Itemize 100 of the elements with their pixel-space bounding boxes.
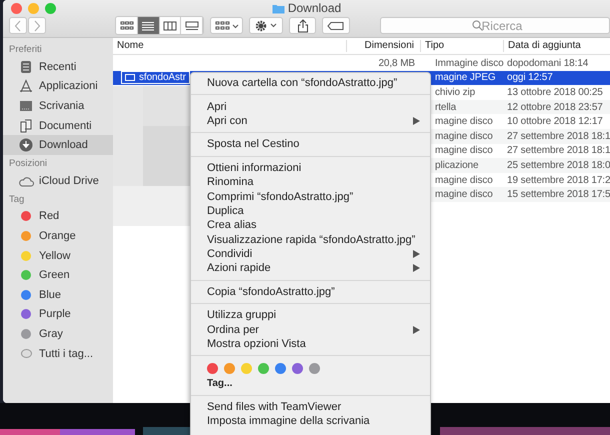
menu-item[interactable]: Sposta nel Cestino [191,137,430,152]
menu-item[interactable]: Copia “sfondoAstratto.jpg” [191,284,430,300]
menu-item[interactable]: Apri con [191,114,430,128]
sidebar-item[interactable]: Documenti [3,116,113,136]
menu-item[interactable]: Mostra opzioni Vista [191,336,430,352]
tag-color-button[interactable] [224,363,235,374]
sidebar-heading: Tag [8,192,26,207]
list-icon [141,20,156,30]
tag-color-button[interactable] [275,363,286,374]
file-name: sfondoAstr [121,71,190,84]
sidebar-item[interactable]: Applicazioni [3,76,113,96]
table-cell: rtella [435,102,456,113]
sidebar-item[interactable]: Blue [3,284,113,305]
table-cell: 13 ottobre 2018 00:25 [507,86,603,98]
submenu-arrow-icon [413,116,420,125]
menu-item[interactable]: Nuova cartella con “sfondoAstratto.jpg” [191,76,430,90]
sidebar-item[interactable]: iCloud Drive [3,170,113,191]
list-view-button[interactable] [138,17,160,34]
sidebar-heading: Posizioni [8,156,48,171]
cloud-icon [18,174,34,187]
table-cell: 12 ottobre 2018 23:57 [507,102,603,113]
apps-icon [19,79,33,94]
table-cell: Immagine disco [435,58,504,69]
sidebar-item[interactable]: Gray [3,324,113,344]
menu-item[interactable]: Tag... [191,376,430,391]
table-cell: magine disco [435,145,493,156]
table-cell: magine JPEG [435,72,496,84]
menu-item[interactable]: Rinomina [191,174,430,190]
forward-button[interactable] [28,17,46,34]
window-title: Download [288,1,342,15]
table-cell: 20,8 MB [378,58,415,69]
share-button[interactable] [288,17,316,34]
tag-color-button[interactable] [309,363,320,374]
menu-item[interactable]: Comprimi “sfondoAstratto.jpg” [191,189,430,204]
search-icon [472,20,483,31]
column-header[interactable]: Tipo [421,40,504,52]
menu-item[interactable]: Send files with TeamViewer [191,400,430,414]
table-cell: 27 settembre 2018 18:1 [507,145,610,156]
tag-icon [327,20,346,30]
gallery-icon [184,20,198,30]
menu-item[interactable]: Azioni rapide [191,261,430,276]
back-button[interactable] [9,17,27,34]
table-cell: 27 settembre 2018 18:1 [507,130,610,142]
table-cell: dopodomani 18:14 [507,58,588,69]
image-file-icon [125,74,135,82]
zoom-button[interactable] [45,3,56,14]
column-view-button[interactable] [160,17,182,34]
gallery-view-button[interactable] [181,17,203,34]
column-header[interactable]: Nome [113,40,347,52]
table-row[interactable]: 20,8 MB Immagine disco dopodomani 18:14 [113,56,610,71]
table-cell: magine disco [435,189,493,200]
tag-color-button[interactable] [258,363,269,374]
tag-button[interactable] [322,17,350,34]
search-field[interactable]: Ricerca [380,17,610,34]
share-icon [296,18,309,32]
menu-item[interactable]: Apri [191,99,430,114]
sidebar-item[interactable]: Tutti i tag... [3,344,113,364]
submenu-arrow-icon [413,326,420,334]
sidebar-item[interactable]: Download [3,135,113,155]
sidebar-heading: Preferiti [8,43,43,57]
sidebar-item[interactable]: Green [3,265,113,285]
column-header[interactable]: Dimensioni [347,40,421,52]
menu-item[interactable]: Visualizzazione rapida “sfondoAstratto.jpg” [191,232,430,247]
sidebar-item[interactable]: Purple [3,304,113,324]
menu-item[interactable]: Ordina per [191,322,430,337]
menu-item[interactable]: Duplica [191,204,430,218]
sidebar-item[interactable]: Orange [3,226,113,246]
menu-item[interactable]: Imposta immagine della scrivania [191,414,430,428]
sidebar-item[interactable]: Yellow [3,246,113,266]
menu-item[interactable]: Utilizza gruppi [191,308,430,322]
table-cell: 10 ottobre 2018 12:17 [507,116,603,128]
sidebar-item[interactable]: Scrivania [3,96,113,116]
menu-item[interactable]: Condividi [191,246,430,262]
icon-view-button[interactable] [116,17,138,34]
table-cell: magine disco [435,130,493,142]
sidebar-item[interactable]: Red [3,206,113,226]
menu-item[interactable]: Crea alias [191,218,430,233]
gear-icon [254,20,278,32]
table-cell: plicazione [435,160,478,171]
table-cell: oggi 12:57 [507,72,553,84]
tag-color-button[interactable] [241,363,252,374]
column-header[interactable]: Data di aggiunta [504,40,610,52]
back-icon [14,20,22,32]
sidebar-item[interactable]: Recenti [3,57,113,77]
columns-icon [162,20,177,30]
tag-color-button[interactable] [292,363,303,374]
table-cell: chivio zip [435,86,476,98]
tag-color-button[interactable] [207,363,218,374]
action-button[interactable] [249,17,283,34]
group-icon [214,20,239,30]
desktop-icon [19,98,33,113]
table-cell: 25 settembre 2018 18:0 [507,160,610,171]
documents-icon [19,118,33,133]
download-icon [19,138,33,152]
group-button[interactable] [210,17,244,34]
table-cell: magine disco [435,116,493,128]
menu-item[interactable]: Ottieni informazioni [191,160,430,175]
close-button[interactable] [11,3,22,14]
table-cell: magine disco [435,174,493,186]
view-mode-control[interactable] [115,16,204,35]
